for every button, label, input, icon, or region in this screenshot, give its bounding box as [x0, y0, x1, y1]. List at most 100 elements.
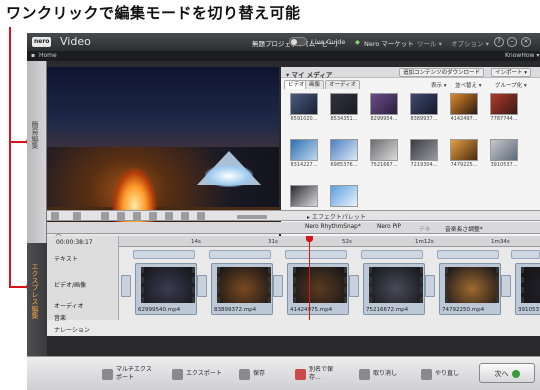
text-slot[interactable]	[361, 250, 423, 259]
text-button[interactable]: テキ	[419, 224, 431, 233]
track-label-audio: オーディオ	[54, 303, 84, 310]
media-thumbnail[interactable]: 4142497...	[447, 93, 481, 125]
forward-icon[interactable]	[181, 212, 189, 220]
track-label-video: ビデオ/画像	[54, 282, 87, 289]
video-track: 62999540.mp4 83899372.mp4 41424975.mp4 7521…	[119, 263, 540, 315]
market-link[interactable]: Nero マーケット	[364, 38, 414, 48]
rhythmsnap-button[interactable]: Nero RhythmSnap*	[305, 224, 361, 230]
group-menu[interactable]: グループ化 ▾	[495, 81, 527, 89]
clip-thumbnail	[293, 267, 347, 303]
import-button[interactable]: インポート ▾	[491, 68, 532, 77]
save-icon	[239, 368, 250, 380]
download-button[interactable]: 追加コンテンツのダウンロード	[399, 68, 485, 77]
preview-tent-glow	[205, 165, 253, 187]
export-button[interactable]: エクスポート	[172, 365, 222, 383]
music-length-button[interactable]: 音楽長さ調整*	[445, 224, 483, 233]
timeline-toolbar: Nero RhythmSnap* Nero PiP テキ 音楽長さ調整*	[47, 222, 540, 234]
sort-menu[interactable]: 並べ替え ▾	[455, 81, 482, 89]
stop-icon[interactable]	[101, 212, 109, 220]
thumbnail-image	[410, 139, 438, 161]
transition-slot[interactable]	[425, 275, 435, 297]
media-thumbnail[interactable]: 6591020...	[287, 93, 321, 125]
video-clip[interactable]: 41424975.mp4	[287, 263, 349, 315]
video-clip[interactable]: 74792250.mp4	[439, 263, 501, 315]
thumbnail-caption: 4142497...	[450, 116, 478, 122]
playhead[interactable]	[309, 236, 310, 320]
thumbnail-caption: 7479225...	[450, 162, 478, 168]
media-thumbnail[interactable]: 6985376...	[327, 139, 361, 171]
sub-bar: ▪ Home KnowHow ▾	[27, 51, 540, 61]
live-guide-toggle[interactable]	[289, 37, 307, 46]
text-slot[interactable]	[285, 250, 347, 259]
video-clip[interactable]: 83899372.mp4	[211, 263, 273, 315]
fullscreen-icon[interactable]	[73, 212, 81, 220]
transition-slot[interactable]	[501, 275, 511, 297]
video-clip[interactable]: 75216672.mp4	[363, 263, 425, 315]
play-icon[interactable]	[165, 212, 173, 220]
tab-image[interactable]: 画像	[305, 80, 325, 89]
tools-menu[interactable]: ツール ▾	[417, 38, 442, 48]
clip-thumbnail	[217, 267, 271, 303]
media-thumbnail[interactable]: 8299954...	[367, 93, 401, 125]
thumbnail-caption: 8314227...	[290, 162, 318, 168]
minimize-icon[interactable]: –	[507, 37, 517, 47]
next-icon[interactable]	[197, 212, 205, 220]
media-thumbnail[interactable]: 8389937...	[407, 93, 441, 125]
thumbnail-image	[330, 93, 358, 115]
thumbnail-image	[490, 139, 518, 161]
home-link[interactable]: Home	[39, 52, 57, 59]
clip-filename: 39105376.mp4	[518, 307, 540, 313]
undo-button[interactable]: 取り消し	[359, 365, 397, 383]
multi-export-button[interactable]: マルチエクス ポート	[102, 365, 152, 383]
media-thumbnail[interactable]: 7521667...	[367, 139, 401, 171]
help-icon[interactable]: ?	[494, 37, 504, 47]
media-thumbnail[interactable]: 8314227...	[287, 139, 321, 171]
thumbnail-image	[370, 93, 398, 115]
media-thumbnail[interactable]: 7219304...	[407, 139, 441, 171]
express-edit-tab[interactable]: エクスプレス編集	[27, 243, 47, 356]
save-as-button[interactable]: 別名で保 存...	[295, 365, 333, 383]
transition-slot[interactable]	[273, 275, 283, 297]
ruler-tick: 1m12s	[415, 239, 434, 245]
media-thumbnail[interactable]: 3910537...	[487, 139, 521, 171]
view-menu[interactable]: 表示 ▾	[431, 81, 447, 89]
text-slot[interactable]	[511, 250, 540, 259]
text-slot[interactable]	[209, 250, 271, 259]
media-thumbnail[interactable]: 7479225...	[447, 139, 481, 171]
thumbnail-caption: 7219304...	[410, 162, 438, 168]
pip-button[interactable]: Nero PiP	[377, 224, 401, 230]
media-thumbnail[interactable]: 7787744...	[487, 93, 521, 125]
volume-slider[interactable]	[237, 215, 267, 219]
video-clip[interactable]: 39105376.mp4	[515, 263, 540, 315]
effect-palette-toggle[interactable]: ▸ エフェクトパレット	[307, 212, 366, 221]
tab-audio[interactable]: オーディオ	[325, 80, 361, 89]
thumbnail-image	[450, 93, 478, 115]
transition-slot[interactable]	[349, 275, 359, 297]
transition-slot[interactable]	[197, 275, 207, 297]
transition-slot[interactable]	[121, 275, 131, 297]
snapshot-icon[interactable]	[51, 212, 59, 220]
text-slot[interactable]	[133, 250, 195, 259]
simple-edit-tab[interactable]: 簡易編集	[27, 61, 47, 243]
prev-icon[interactable]	[117, 212, 125, 220]
redo-button[interactable]: やり直し	[421, 365, 459, 383]
thumbnail-caption: 8389937...	[410, 116, 438, 122]
thumbnail-image	[410, 93, 438, 115]
rewind-icon[interactable]	[149, 212, 157, 220]
save-button[interactable]: 保存	[239, 365, 265, 383]
options-menu[interactable]: オプション ▾	[451, 38, 489, 48]
media-thumbnail[interactable]: 8534351...	[327, 93, 361, 125]
thumbnail-image	[450, 139, 478, 161]
home-icon[interactable]: ▪	[31, 52, 35, 59]
media-header: ▾ マイ メディア 追加コンテンツのダウンロード インポート ▾	[281, 67, 540, 79]
close-icon[interactable]: ×	[521, 37, 531, 47]
knowhow-menu[interactable]: KnowHow ▾	[505, 52, 539, 59]
step-back-icon[interactable]	[133, 212, 141, 220]
next-button[interactable]: 次へ	[479, 363, 535, 383]
redo-label: やり直し	[435, 370, 460, 377]
time-ruler[interactable]: 14s 31s 52s 1m12s 1m34s	[119, 236, 540, 247]
live-guide-label[interactable]: Live Guide	[311, 38, 345, 46]
footer-bar: マルチエクス ポート エクスポート 保存 別名で保 存... 取り消し やり直し…	[27, 356, 540, 390]
text-slot[interactable]	[437, 250, 499, 259]
video-clip[interactable]: 62999540.mp4	[135, 263, 197, 315]
